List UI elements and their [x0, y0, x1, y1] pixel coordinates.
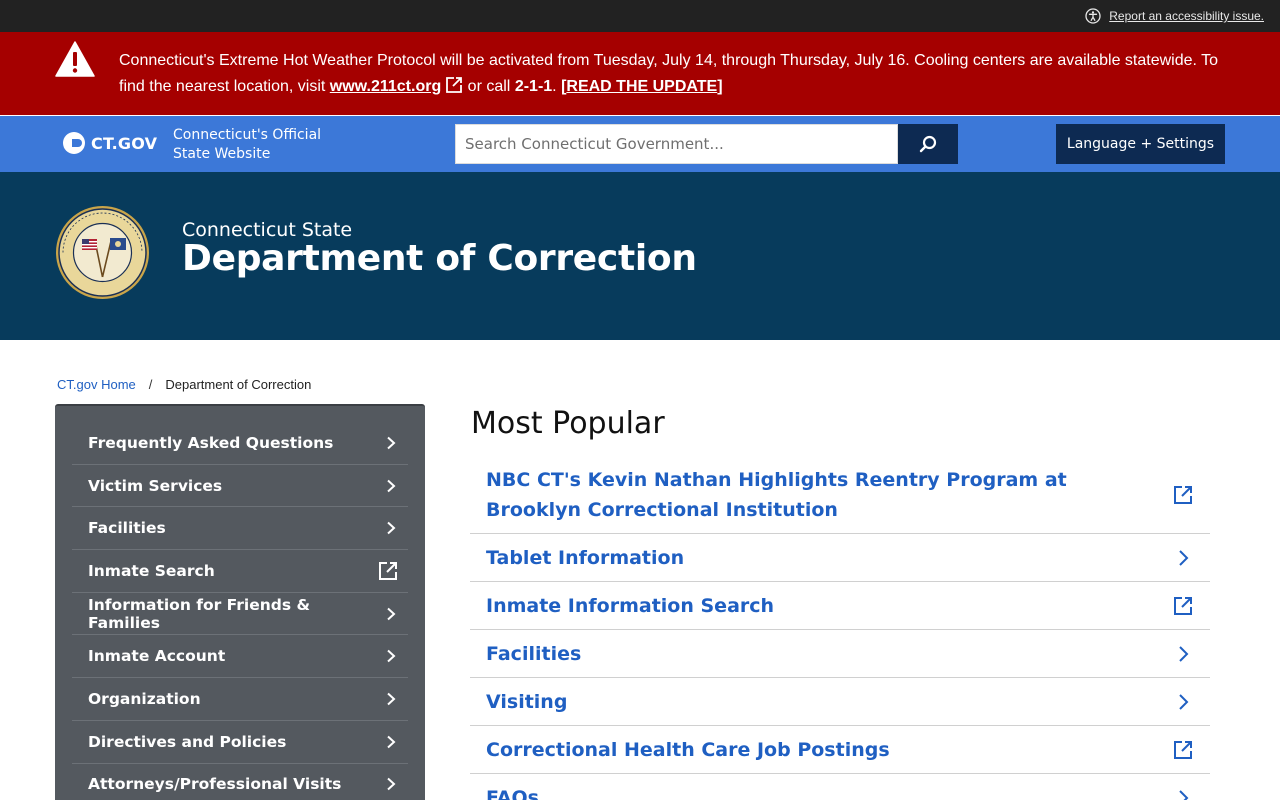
external-link-icon: [1172, 484, 1194, 506]
chevron-right-icon: [384, 521, 398, 535]
chevron-right-icon: [384, 692, 398, 706]
external-link-icon: [1172, 595, 1194, 617]
popular-item-inmate-info-search[interactable]: Inmate Information Search: [470, 582, 1210, 630]
read-update-bracket-close: ]: [717, 78, 723, 95]
accessibility-bar: Report an accessibility issue.: [0, 0, 1280, 32]
sidebar-item-inmate-search[interactable]: Inmate Search: [72, 550, 408, 593]
chevron-right-icon: [1172, 787, 1194, 800]
popular-item-label: Correctional Health Care Job Postings: [486, 738, 890, 761]
read-update-link[interactable]: [READ THE UPDATE]: [561, 78, 722, 95]
alert-message: Connecticut's Extreme Hot Weather Protoc…: [119, 48, 1229, 100]
sidebar-item-inmate-account[interactable]: Inmate Account: [72, 635, 408, 679]
211ct-link-label: www.211ct.org: [329, 78, 442, 95]
external-link-icon: [378, 561, 398, 581]
ctgov-logo[interactable]: CT.GOV: [63, 132, 157, 154]
sidebar-item-faq[interactable]: Frequently Asked Questions: [72, 422, 408, 465]
popular-item-label: Inmate Information Search: [486, 594, 775, 617]
search-icon: [919, 135, 937, 153]
sidebar-item-friends-families[interactable]: Information for Friends & Families: [72, 593, 408, 636]
breadcrumb-separator: /: [148, 377, 153, 392]
chevron-right-icon: [384, 479, 398, 493]
sidebar-nav: Frequently Asked Questions Victim Servic…: [55, 404, 425, 800]
popular-item-label: Tablet Information: [486, 546, 685, 569]
sidebar-item-label: Attorneys/Professional Visits: [88, 775, 342, 794]
breadcrumb-home-link[interactable]: CT.gov Home: [57, 377, 136, 392]
popular-item-facilities[interactable]: Facilities: [470, 630, 1210, 678]
chevron-right-icon: [384, 436, 398, 450]
search-button[interactable]: [898, 124, 958, 164]
chevron-right-icon: [1172, 691, 1194, 713]
sidebar-item-label: Frequently Asked Questions: [88, 433, 334, 452]
popular-item-faqs[interactable]: FAQs: [470, 774, 1210, 800]
agency-title: Department of Correction: [182, 238, 697, 279]
sidebar-item-label: Victim Services: [88, 476, 223, 495]
alert-phone: 2-1-1: [514, 78, 553, 95]
ctgov-logo-icon: [63, 132, 85, 154]
sidebar-item-label: Facilities: [88, 519, 166, 538]
most-popular-list: NBC CT's Kevin Nathan Highlights Reentry…: [470, 457, 1210, 800]
sidebar-item-directives-policies[interactable]: Directives and Policies: [72, 721, 408, 764]
popular-item-label: Facilities: [486, 642, 582, 665]
sidebar-item-victim-services[interactable]: Victim Services: [72, 465, 408, 508]
tagline-line1: Connecticut's Official: [173, 127, 322, 143]
chevron-right-icon: [384, 777, 398, 791]
chevron-right-icon: [384, 649, 398, 663]
sidebar-item-facilities[interactable]: Facilities: [72, 507, 408, 551]
sidebar-item-label: Information for Friends & Families: [88, 595, 311, 632]
ctgov-header: CT.GOV Connecticut's Official State Webs…: [0, 116, 1280, 172]
most-popular-heading: Most Popular: [471, 406, 665, 441]
breadcrumb-current: Department of Correction: [165, 377, 312, 392]
popular-item-label: FAQs: [486, 786, 539, 800]
sidebar-item-label: Inmate Account: [88, 647, 226, 666]
accessibility-icon: [1085, 8, 1101, 24]
chevron-right-icon: [1172, 643, 1194, 665]
external-link-icon: [445, 76, 463, 94]
doc-seal-logo: [55, 205, 150, 300]
popular-item-label: NBC CT's Kevin Nathan Highlights Reentry…: [486, 469, 1067, 521]
sidebar-item-label: Directives and Policies: [88, 732, 287, 751]
language-settings-button[interactable]: Language + Settings: [1056, 124, 1225, 164]
alert-text-end: .: [552, 78, 562, 95]
ctgov-tagline: Connecticut's Official State Website: [173, 126, 321, 164]
chevron-right-icon: [1172, 547, 1194, 569]
popular-item-label: Visiting: [486, 690, 568, 713]
breadcrumb: CT.gov Home / Department of Correction: [57, 377, 311, 392]
read-update-label: READ THE UPDATE: [566, 78, 718, 95]
search-input[interactable]: [455, 124, 898, 164]
popular-item-nbc-reentry[interactable]: NBC CT's Kevin Nathan Highlights Reentry…: [470, 457, 1210, 534]
sidebar-item-label: Inmate Search: [88, 561, 215, 580]
chevron-right-icon: [384, 735, 398, 749]
report-accessibility-link[interactable]: Report an accessibility issue.: [1109, 9, 1264, 23]
agency-banner: Connecticut State Department of Correcti…: [0, 172, 1280, 340]
chevron-right-icon: [384, 607, 398, 621]
popular-item-visiting[interactable]: Visiting: [470, 678, 1210, 726]
sidebar-item-attorneys-visits[interactable]: Attorneys/Professional Visits: [72, 764, 408, 800]
weather-alert-banner: Connecticut's Extreme Hot Weather Protoc…: [0, 32, 1280, 115]
sidebar-item-label: Organization: [88, 689, 201, 708]
alert-text-middle: or call: [463, 78, 515, 95]
tagline-line2: State Website: [173, 146, 271, 162]
external-link-icon: [1172, 739, 1194, 761]
ctgov-wordmark: CT.GOV: [91, 133, 158, 153]
popular-item-health-care-jobs[interactable]: Correctional Health Care Job Postings: [470, 726, 1210, 774]
211ct-link[interactable]: www.211ct.org: [329, 76, 463, 95]
sidebar-item-organization[interactable]: Organization: [72, 678, 408, 721]
popular-item-tablet-info[interactable]: Tablet Information: [470, 534, 1210, 582]
warning-icon: [55, 41, 95, 77]
